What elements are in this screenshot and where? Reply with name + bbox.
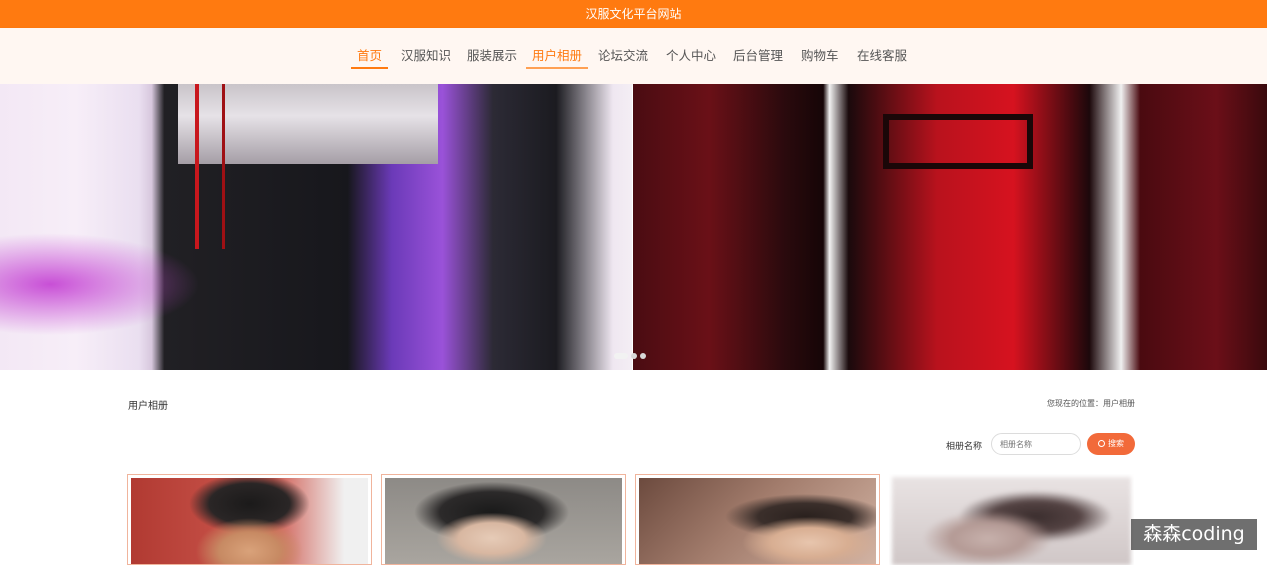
site-title-bar: 汉服文化平台网站 (0, 0, 1267, 28)
album-card[interactable] (381, 474, 626, 565)
nav-item-home[interactable]: 首页 (350, 46, 389, 69)
album-card[interactable] (127, 474, 372, 565)
album-photo (639, 478, 876, 564)
album-card[interactable] (889, 474, 1134, 565)
nav-item-online-service[interactable]: 在线客服 (857, 46, 907, 66)
album-photo (131, 478, 368, 564)
search-button[interactable]: 搜索 (1087, 433, 1135, 455)
watermark: 森森coding (1131, 519, 1257, 550)
album-photo (385, 478, 622, 564)
nav-item-user-albums[interactable]: 用户相册 (525, 46, 589, 69)
banner-image-red-hanfu (633, 84, 1267, 370)
banner-carousel[interactable] (0, 84, 1267, 370)
breadcrumb: 您现在的位置：用户相册 (1047, 399, 1135, 408)
page-title: 用户相册 (128, 401, 168, 412)
banner-image-kimono (0, 84, 632, 370)
nav-item-forum[interactable]: 论坛交流 (598, 46, 648, 66)
search-icon (1098, 440, 1105, 447)
search-label: 相册名称 (946, 442, 983, 452)
main-navigation: 首页 汉服知识 服装展示 用户相册 论坛交流 个人中心 后台管理 购物车 在线客… (0, 28, 1267, 102)
search-input[interactable] (991, 433, 1081, 455)
site-title: 汉服文化平台网站 (585, 7, 682, 21)
album-card[interactable] (635, 474, 880, 565)
nav-item-hanfu-knowledge[interactable]: 汉服知识 (401, 46, 451, 66)
nav-item-costume-display[interactable]: 服装展示 (467, 46, 517, 66)
album-grid (127, 474, 1147, 565)
carousel-dot[interactable] (640, 353, 646, 359)
nav-item-cart[interactable]: 购物车 (801, 46, 839, 66)
carousel-dot[interactable] (614, 353, 628, 359)
nav-item-admin[interactable]: 后台管理 (733, 46, 783, 66)
search-button-label: 搜索 (1108, 439, 1124, 448)
album-photo (892, 477, 1131, 565)
nav-item-personal-center[interactable]: 个人中心 (666, 46, 716, 66)
carousel-dot[interactable] (631, 353, 637, 359)
